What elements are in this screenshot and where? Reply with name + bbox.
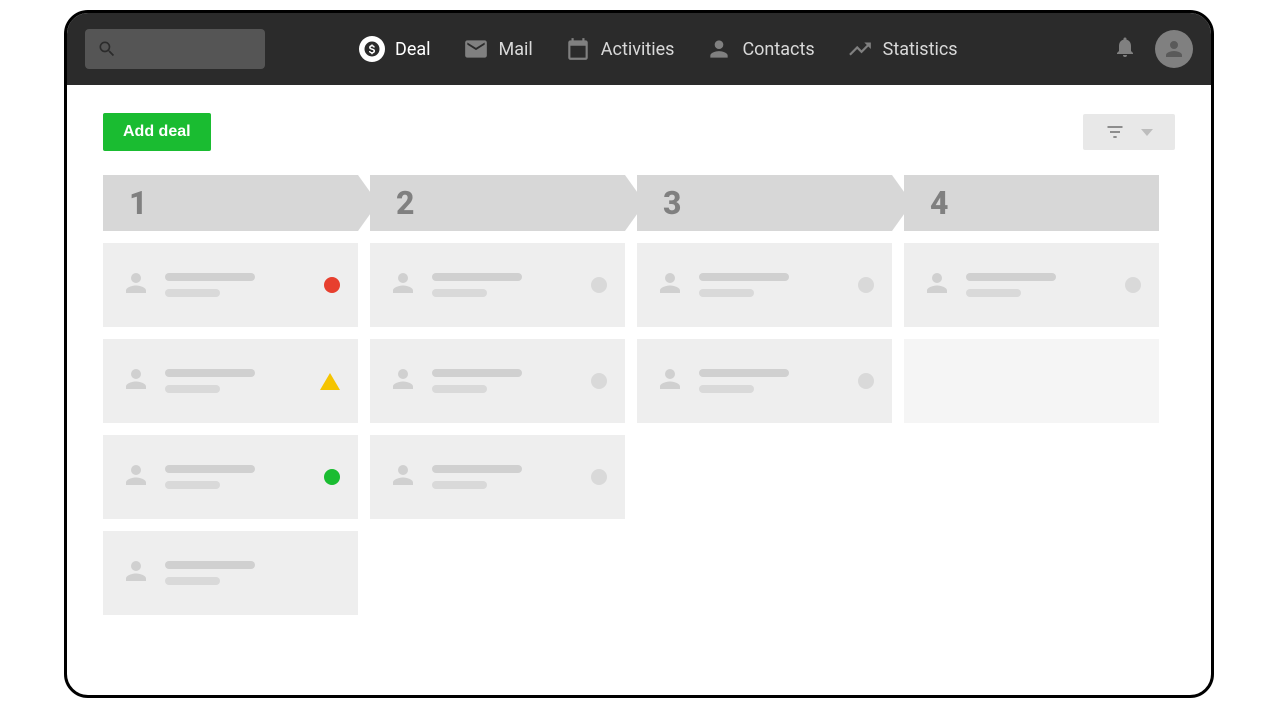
person-icon	[388, 364, 418, 398]
deal-card[interactable]	[370, 243, 625, 327]
app-window: Deal Mail Activities Contacts	[64, 10, 1214, 698]
deal-card[interactable]	[370, 435, 625, 519]
deal-text-placeholder	[966, 273, 1111, 297]
deal-text-placeholder	[699, 369, 844, 393]
stage-header-4[interactable]: 4	[904, 175, 1159, 231]
pipeline-board: 1	[103, 175, 1175, 627]
deal-text-placeholder	[165, 369, 306, 393]
person-icon	[655, 268, 685, 302]
deal-card[interactable]	[103, 243, 358, 327]
person-icon	[121, 364, 151, 398]
nav-deal-label: Deal	[395, 39, 431, 60]
deal-card[interactable]	[370, 339, 625, 423]
user-avatar[interactable]	[1155, 30, 1193, 68]
person-icon	[706, 36, 732, 62]
status-red-icon	[324, 277, 340, 293]
deal-card[interactable]	[103, 339, 358, 423]
empty-slot[interactable]	[904, 339, 1159, 423]
filter-icon	[1105, 122, 1125, 142]
status-dot-icon	[591, 277, 607, 293]
person-icon	[922, 268, 952, 302]
topbar-right	[1113, 30, 1193, 68]
nav-activities[interactable]: Activities	[565, 36, 675, 62]
nav-mail[interactable]: Mail	[463, 36, 533, 62]
stage-header-2[interactable]: 2	[370, 175, 625, 231]
trend-icon	[847, 36, 873, 62]
deal-card[interactable]	[904, 243, 1159, 327]
deal-text-placeholder	[165, 561, 340, 585]
deal-text-placeholder	[432, 273, 577, 297]
main-nav: Deal Mail Activities Contacts	[359, 36, 958, 62]
deal-card[interactable]	[103, 435, 358, 519]
pipeline-stage-1: 1	[103, 175, 358, 627]
pipeline-stage-3: 3	[637, 175, 892, 435]
person-icon	[388, 268, 418, 302]
notifications-button[interactable]	[1113, 35, 1137, 63]
status-dot-icon	[1125, 277, 1141, 293]
status-warning-icon	[320, 373, 340, 390]
avatar-icon	[1162, 37, 1186, 61]
deal-text-placeholder	[432, 369, 577, 393]
calendar-icon	[565, 36, 591, 62]
search-icon	[97, 39, 117, 59]
bell-icon	[1113, 35, 1137, 59]
nav-deal[interactable]: Deal	[359, 36, 431, 62]
person-icon	[655, 364, 685, 398]
deal-text-placeholder	[432, 465, 577, 489]
nav-contacts[interactable]: Contacts	[706, 36, 814, 62]
deal-card[interactable]	[103, 531, 358, 615]
nav-mail-label: Mail	[499, 39, 533, 60]
nav-statistics[interactable]: Statistics	[847, 36, 958, 62]
mail-icon	[463, 36, 489, 62]
search-input[interactable]	[85, 29, 265, 69]
deal-text-placeholder	[165, 273, 310, 297]
topbar: Deal Mail Activities Contacts	[67, 13, 1211, 85]
chevron-down-icon	[1141, 129, 1153, 136]
pipeline-stage-2: 2	[370, 175, 625, 531]
deal-card[interactable]	[637, 339, 892, 423]
filter-button[interactable]	[1083, 114, 1175, 150]
nav-activities-label: Activities	[601, 39, 675, 60]
nav-statistics-label: Statistics	[883, 39, 958, 60]
content: Add deal 1	[67, 85, 1211, 655]
person-icon	[121, 268, 151, 302]
status-green-icon	[324, 469, 340, 485]
status-dot-icon	[591, 469, 607, 485]
deal-text-placeholder	[165, 465, 310, 489]
deal-card[interactable]	[637, 243, 892, 327]
person-icon	[121, 556, 151, 590]
person-icon	[121, 460, 151, 494]
content-header: Add deal	[103, 113, 1175, 151]
dollar-icon	[359, 36, 385, 62]
status-dot-icon	[858, 373, 874, 389]
stage-header-3[interactable]: 3	[637, 175, 892, 231]
stage-header-1[interactable]: 1	[103, 175, 358, 231]
nav-contacts-label: Contacts	[742, 39, 814, 60]
status-dot-icon	[858, 277, 874, 293]
add-deal-button[interactable]: Add deal	[103, 113, 211, 151]
deal-text-placeholder	[699, 273, 844, 297]
person-icon	[388, 460, 418, 494]
pipeline-stage-4: 4	[904, 175, 1159, 435]
status-dot-icon	[591, 373, 607, 389]
